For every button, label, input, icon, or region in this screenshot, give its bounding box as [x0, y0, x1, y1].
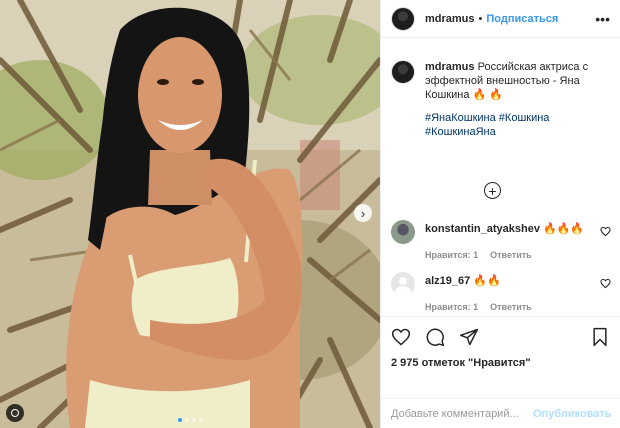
tagged-user-icon[interactable] [6, 404, 24, 422]
carousel-dot [184, 418, 189, 422]
post-panel: mdramus • Подписаться ••• mdramus Россий… [380, 0, 620, 428]
avatar[interactable] [391, 6, 415, 31]
comment-likes[interactable]: Нравится: 1 [425, 250, 478, 260]
carousel-indicator [0, 418, 380, 422]
chevron-right-icon: › [360, 205, 366, 221]
carousel-dot [191, 418, 196, 422]
avatar[interactable] [391, 220, 415, 244]
reply-button[interactable]: Ответить [490, 250, 532, 260]
heart-outline-icon[interactable] [600, 226, 611, 237]
photo-scene [0, 0, 380, 428]
comment-likes[interactable]: Нравится: 1 [425, 302, 478, 312]
caption-text: mdramus Российская актриса с эффектной в… [425, 60, 595, 139]
heart-outline-icon[interactable] [600, 278, 611, 289]
add-comment-bar: Опубликовать [381, 398, 620, 428]
avatar[interactable] [391, 60, 415, 84]
comment-icon[interactable] [425, 327, 445, 347]
post-actions: 2 975 отметок "Нравится" [381, 316, 620, 398]
load-more-comments-button[interactable]: + [484, 182, 501, 199]
heart-icon[interactable] [391, 327, 411, 347]
caption-username[interactable]: mdramus [425, 61, 475, 73]
comment-text: konstantin_atyakshev 🔥🔥🔥 [425, 220, 590, 236]
header-username[interactable]: mdramus [425, 13, 475, 25]
carousel-dot [198, 418, 203, 422]
instagram-post: › mdramus • Подписаться ••• mdramus Росс… [0, 0, 620, 428]
comment-body: 🔥🔥 [473, 275, 501, 287]
avatar[interactable] [391, 272, 415, 296]
carousel-dot [177, 418, 182, 422]
post-caption: mdramus Российская актриса с эффектной в… [391, 60, 610, 139]
comment-body: 🔥🔥🔥 [543, 223, 585, 235]
post-header: mdramus • Подписаться ••• [381, 0, 620, 38]
list-item: konstantin_atyakshev 🔥🔥🔥 Нравится: 1 Отв… [391, 220, 611, 260]
comments-area: mdramus Российская актриса с эффектной в… [381, 38, 620, 316]
publish-button[interactable]: Опубликовать [533, 408, 612, 420]
more-options-button[interactable]: ••• [595, 12, 610, 26]
comment-text: alz19_67 🔥🔥 [425, 272, 590, 288]
more-horizontal-icon: ••• [595, 10, 610, 27]
follow-button[interactable]: Подписаться [486, 13, 558, 25]
comment-input[interactable] [391, 407, 533, 420]
comment-username[interactable]: alz19_67 [425, 275, 470, 287]
likes-count[interactable]: 2 975 отметок "Нравится" [391, 357, 610, 369]
caption-hashtags[interactable]: #ЯнаКошкина #Кошкина #КошкинаЯна [425, 111, 595, 139]
bookmark-icon[interactable] [590, 327, 610, 347]
list-item: alz19_67 🔥🔥 Нравится: 1 Ответить [391, 272, 611, 312]
comment-username[interactable]: konstantin_atyakshev [425, 223, 540, 235]
paper-plane-icon[interactable] [459, 327, 479, 347]
next-photo-button[interactable]: › [354, 204, 372, 222]
reply-button[interactable]: Ответить [490, 302, 532, 312]
post-photo[interactable]: › [0, 0, 380, 428]
plus-circle-icon: + [488, 182, 497, 199]
header-separator: • [478, 12, 483, 25]
